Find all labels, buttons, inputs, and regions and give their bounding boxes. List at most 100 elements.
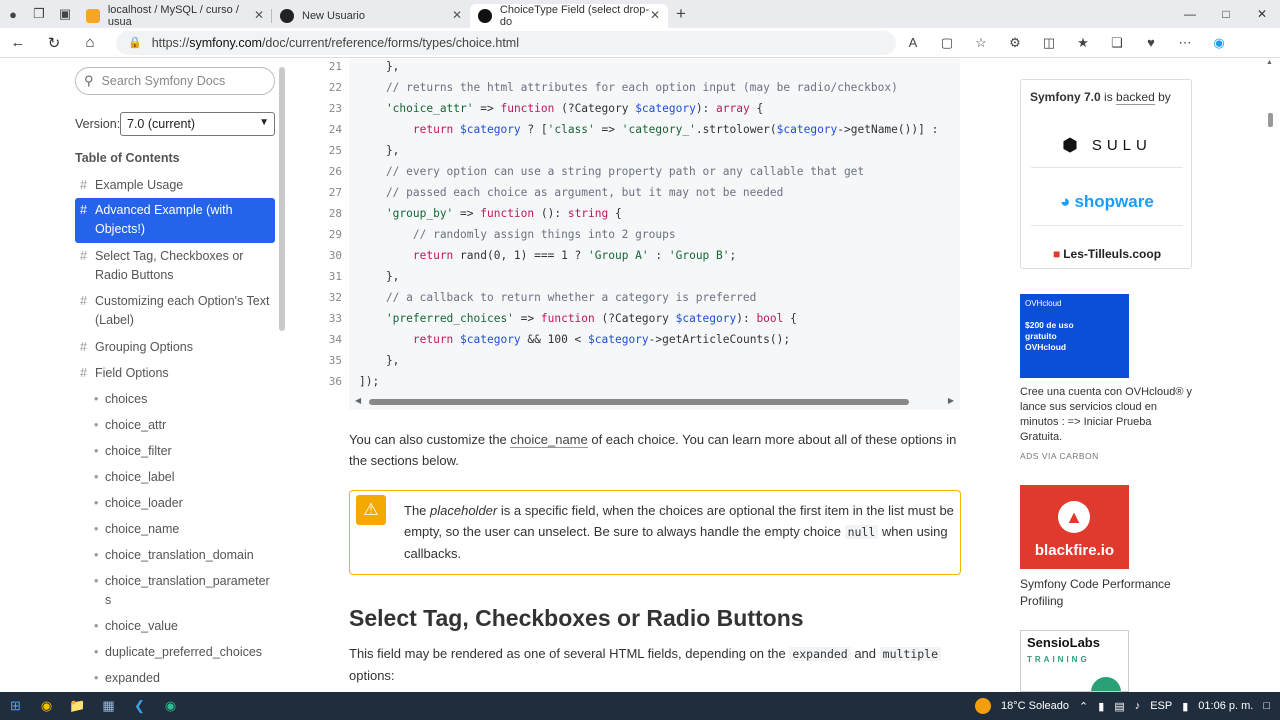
close-window-icon[interactable]: ✕ (1244, 0, 1280, 28)
code-block: }, // returns the html attributes for ea… (349, 59, 960, 409)
toc-sub-item[interactable]: • choice_filter (92, 442, 272, 461)
profile-icon[interactable]: ● (0, 0, 26, 28)
favorites-icon[interactable]: ★ (1066, 28, 1100, 58)
ad-text[interactable]: Cree una cuenta con OVHcloud® y lance su… (1020, 385, 1192, 445)
collections-icon[interactable]: ❏ (1100, 28, 1134, 58)
workspaces-icon[interactable]: ❐ (26, 0, 52, 28)
read-aloud-icon[interactable]: A (896, 28, 930, 58)
toc-sub-item[interactable]: • choice_attr (92, 416, 272, 435)
scrollbar-thumb[interactable] (369, 399, 909, 405)
windows-start-icon[interactable]: ⊞ (0, 692, 31, 720)
chrome-icon[interactable]: ◉ (31, 692, 62, 720)
blackfire-ad-image[interactable]: ▲ blackfire.io (1020, 485, 1129, 569)
les-tilleuls-logo[interactable]: ■ Les-Tilleuls.coop (1031, 242, 1183, 266)
warning-icon: ⚠ (356, 495, 386, 525)
toc-sub-item[interactable]: • choice_value (92, 617, 272, 636)
ovh-ad-image[interactable]: OVHcloud $200 de uso gratuito OVHcloud (1020, 294, 1129, 378)
close-tab-icon[interactable]: ✕ (452, 8, 462, 22)
line-number: 35 (328, 354, 342, 367)
line-number: 34 (328, 333, 342, 346)
file-explorer-icon[interactable]: 📁 (62, 692, 93, 720)
section-heading: Select Tag, Checkboxes or Radio Buttons (349, 605, 804, 631)
volume-icon[interactable]: ♪ (1135, 700, 1141, 712)
weather-text[interactable]: 18°C Soleado (1001, 700, 1069, 712)
toc-sub-item[interactable]: • choices (92, 390, 272, 409)
toc-item-field-options[interactable]: # Field Options (75, 364, 275, 383)
vscode-icon[interactable]: ❮ (124, 692, 155, 720)
maximize-icon[interactable]: □ (1208, 0, 1244, 28)
hash-icon: # (80, 366, 87, 380)
clock[interactable]: 01:06 p. m. (1198, 700, 1253, 712)
code-gutter: 21 22 23 24 25 26 27 28 29 30 31 32 33 34 35 36 (310, 59, 349, 409)
battery-icon[interactable]: ▮ (1182, 700, 1188, 713)
tab-new-usuario[interactable]: New Usuario ✕ (272, 4, 470, 28)
paragraph: You can also customize the choice_name o… (349, 432, 957, 468)
split-screen-icon[interactable]: ◫ (1032, 28, 1066, 58)
code-line: 'preferred_choices' => function (?Catego… (359, 312, 797, 325)
toc-sub-item[interactable]: • duplicate_preferred_choices (92, 643, 272, 662)
toc-item-advanced-example[interactable]: # Advanced Example (with Objects!) (75, 198, 275, 243)
toc-sub-item[interactable]: • choice_translation_parameters (92, 572, 270, 610)
extensions-icon[interactable]: ⚙ (998, 28, 1032, 58)
minimize-icon[interactable]: — (1172, 0, 1208, 28)
code-line: // passed each choice as argument, but i… (359, 186, 784, 199)
lock-icon[interactable]: 🔒 (128, 36, 142, 49)
shopware-logo[interactable]: ◕ shopware (1031, 182, 1183, 222)
backed-link[interactable]: backed (1116, 90, 1155, 105)
ads-via-carbon[interactable]: ADS VIA CARBON (1020, 451, 1099, 461)
toc-sub-label: choice_translation_parameters (105, 574, 270, 607)
version-select[interactable]: 7.0 (current) ▼ (120, 112, 275, 136)
flame-icon: ▲ (1058, 501, 1090, 533)
toc-sub-label: choice_value (105, 619, 178, 633)
scroll-right-icon[interactable]: ▶ (948, 396, 954, 405)
sensiolabs-ad-image[interactable]: SensioLabs TRAINING (1020, 630, 1129, 692)
chevron-up-icon[interactable]: ⌃ (1079, 700, 1088, 713)
close-tab-icon[interactable]: ✕ (254, 8, 264, 22)
app-available-icon[interactable]: ▢ (930, 28, 964, 58)
code-line: return $category ? ['class' => 'category… (359, 123, 939, 136)
notification-icon[interactable]: □ (1263, 700, 1270, 712)
toc-sub-item[interactable]: • choice_name (92, 520, 272, 539)
usb-icon[interactable]: ▮ (1098, 700, 1104, 713)
toc-label: Customizing each Option's Text (Label) (95, 294, 270, 327)
search-icon: ⚲ (84, 73, 94, 88)
sidebar-scrollbar[interactable] (279, 67, 285, 331)
network-icon[interactable]: ▤ (1114, 700, 1124, 713)
copilot-icon[interactable]: ◉ (1202, 28, 1236, 58)
home-icon[interactable]: ⌂ (72, 28, 108, 58)
sponsor-title: Symfony 7.0 is backed by (1030, 90, 1171, 105)
tab-actions-icon[interactable]: ▣ (52, 0, 78, 28)
address-bar[interactable]: 🔒 https://symfony.com/doc/current/refere… (116, 30, 896, 55)
scroll-left-icon[interactable]: ◀ (355, 396, 361, 405)
sulu-logo[interactable]: ⬢ SULU (1031, 125, 1183, 165)
tab-choicetype[interactable]: ChoiceType Field (select drop-do ✕ (470, 4, 668, 28)
code-horizontal-scrollbar[interactable]: ◀ ▶ (349, 394, 960, 410)
tab-phpmyadmin[interactable]: localhost / MySQL / curso / usua ✕ (78, 4, 272, 28)
github-icon (280, 9, 294, 23)
toc-sub-item[interactable]: • choice_loader (92, 494, 272, 513)
page-scrollbar[interactable] (1268, 113, 1273, 127)
edge-icon[interactable]: ◉ (155, 692, 186, 720)
phpmyadmin-icon (86, 9, 100, 23)
toc-item-customizing-text[interactable]: # Customizing each Option's Text (Label) (75, 292, 275, 330)
new-tab-button[interactable]: + (668, 0, 694, 28)
language-indicator[interactable]: ESP (1150, 700, 1172, 712)
more-menu-icon[interactable]: ⋯ (1168, 28, 1202, 58)
close-tab-icon[interactable]: ✕ (650, 8, 660, 22)
ad-text[interactable]: Symfony Code Performance Profiling (1020, 576, 1192, 610)
browser-essentials-icon[interactable]: ♥ (1134, 28, 1168, 58)
toc-item-select-tag[interactable]: # Select Tag, Checkboxes or Radio Buttons (75, 247, 275, 285)
favorite-star-icon[interactable]: ☆ (964, 28, 998, 58)
refresh-icon[interactable]: ↻ (36, 28, 72, 58)
choice-name-link[interactable]: choice_name (510, 432, 588, 448)
toc-sub-item[interactable]: • choice_label (92, 468, 272, 487)
code-line: return $category && 100 < $category->get… (359, 333, 791, 346)
toc-sub-item[interactable]: • choice_translation_domain (92, 546, 272, 565)
toc-sub-item[interactable]: • expanded (92, 669, 272, 688)
scroll-up-icon[interactable]: ▲ (1266, 59, 1273, 66)
toc-item-grouping-options[interactable]: # Grouping Options (75, 338, 275, 357)
toc-item-example-usage[interactable]: # Example Usage (75, 176, 275, 195)
search-input[interactable]: ⚲ Search Symfony Docs (75, 67, 275, 95)
app-icon[interactable]: ▦ (93, 692, 124, 720)
back-icon[interactable]: ← (0, 28, 36, 58)
